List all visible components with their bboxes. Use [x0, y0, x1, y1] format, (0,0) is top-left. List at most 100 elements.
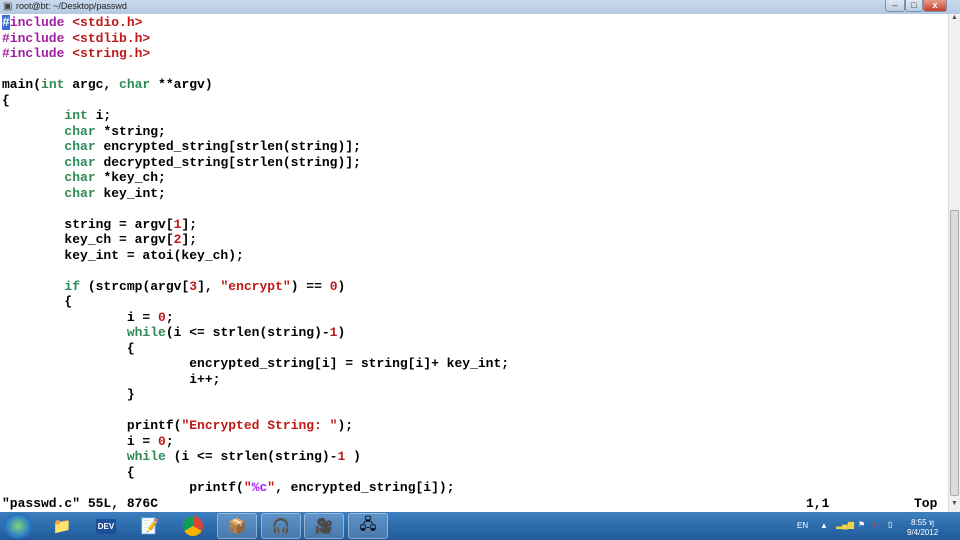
- clock-date[interactable]: 9/4/2012: [907, 528, 938, 537]
- minimize-button[interactable]: –: [885, 0, 905, 12]
- code-token: if: [64, 278, 81, 294]
- code-token: while: [126, 449, 166, 464]
- close-button[interactable]: x: [923, 0, 947, 12]
- code-line: if (strcmp(argv[3], "encrypt") == 0): [2, 279, 509, 295]
- code-token: {: [2, 92, 10, 108]
- code-line: key_int = atoi(key_ch);: [2, 248, 509, 264]
- code-token: char: [64, 170, 96, 185]
- code-token: ],: [197, 278, 221, 294]
- code-token: ): [337, 278, 346, 294]
- scroll-position: Top: [914, 496, 938, 511]
- code-token: %c: [251, 480, 268, 495]
- code-token: #include: [2, 30, 73, 46]
- language-indicator[interactable]: EN: [797, 521, 808, 530]
- code-token: , encrypted_string[i]);: [275, 480, 455, 495]
- vim-editor[interactable]: #include <stdio.h> #include <stdlib.h> #in…: [0, 14, 948, 512]
- code-token: {: [2, 464, 135, 480]
- code-line: char decrypted_string[strlen(string)];: [2, 155, 509, 171]
- start-button[interactable]: [4, 513, 32, 539]
- title-bar: ▣ root@bt: ~/Desktop/passwd – □ x: [0, 0, 960, 14]
- code-token: *key_ch;: [95, 170, 166, 185]
- flag-icon[interactable]: ⚑: [858, 520, 865, 529]
- code-line: char *key_ch;: [2, 170, 509, 186]
- code-token: 0: [329, 278, 338, 294]
- code-token: ): [337, 325, 346, 340]
- code-token: i++;: [2, 371, 221, 387]
- vertical-scrollbar[interactable]: ▲ ▼: [948, 14, 960, 512]
- code-line: i = 0;: [2, 310, 509, 326]
- code-token: key_int;: [95, 185, 166, 201]
- signal-icon[interactable]: ▂▄▆: [836, 520, 854, 529]
- code-token: char: [64, 123, 96, 139]
- code-area[interactable]: #include <stdio.h> #include <stdlib.h> #in…: [2, 15, 509, 496]
- volume-muted-icon[interactable]: ◖: [872, 520, 877, 529]
- code-token: printf(: [2, 480, 244, 495]
- virtualbox-icon[interactable]: 📦: [217, 513, 257, 539]
- code-token: i =: [2, 309, 159, 325]
- code-token: printf(: [2, 418, 182, 433]
- scroll-thumb[interactable]: [950, 210, 959, 496]
- code-line: {: [2, 341, 509, 357]
- code-line: #include <stdlib.h>: [2, 31, 509, 47]
- code-token: ": [243, 480, 252, 495]
- code-line: printf("Encrypted String: ");: [2, 418, 509, 434]
- code-token: ;: [165, 309, 174, 325]
- code-token: {: [2, 340, 135, 356]
- status-file-info: "passwd.c" 55L, 876C: [2, 496, 159, 511]
- code-line: printf("%c", encrypted_string[i]);: [2, 480, 509, 496]
- code-token: ;: [165, 433, 174, 449]
- code-token: **argv): [150, 77, 213, 92]
- scroll-down-arrow-icon[interactable]: ▼: [949, 500, 960, 512]
- code-line: {: [2, 294, 509, 310]
- code-line: int i;: [2, 108, 509, 124]
- code-token: int: [64, 108, 88, 123]
- code-line: encrypted_string[i] = string[i]+ key_int…: [2, 356, 509, 372]
- scroll-up-arrow-icon[interactable]: ▲: [949, 14, 960, 26]
- code-token: 0: [158, 309, 166, 325]
- code-line: {: [2, 465, 509, 481]
- code-token: char: [64, 139, 96, 154]
- code-token: <stdio.h>: [72, 15, 143, 30]
- code-line: char key_int;: [2, 186, 509, 202]
- explorer-icon[interactable]: 📁: [42, 513, 82, 539]
- taskbar: 📁 DEV 📝 📦 🎧 🎥 🖧 EN ▲ ▂▄▆ ⚑ ◖ ▯ 8:55 ทุ 9…: [0, 512, 960, 540]
- devcpp-icon[interactable]: DEV: [86, 513, 126, 539]
- maximize-button[interactable]: □: [905, 0, 923, 12]
- code-token: decrypted_string[strlen(string)];: [95, 154, 361, 170]
- show-hidden-icons-icon[interactable]: ▲: [820, 521, 828, 530]
- code-line: while (i <= strlen(string)-1 ): [2, 449, 509, 465]
- text-cursor: #: [2, 15, 10, 30]
- chrome-icon[interactable]: [173, 513, 213, 539]
- code-line: i++;: [2, 372, 509, 388]
- code-token: "encrypt": [220, 278, 291, 294]
- code-token: encrypted_string[i] = string[i]+ key_int…: [2, 356, 510, 371]
- code-token: (strcmp(argv[: [80, 278, 190, 294]
- code-token: *string;: [95, 123, 166, 139]
- code-token: 3: [189, 278, 198, 294]
- code-token: }: [2, 387, 135, 402]
- code-token: <string.h>: [72, 46, 151, 61]
- code-line: string = argv[1];: [2, 217, 509, 233]
- code-token: i;: [87, 108, 112, 123]
- code-token: {: [2, 294, 73, 309]
- code-token: include: [9, 15, 73, 30]
- remote-desktop-icon[interactable]: 🖧: [348, 513, 388, 539]
- battery-icon[interactable]: ▯: [888, 520, 892, 529]
- code-token: ) ==: [290, 278, 330, 294]
- code-token: int: [41, 77, 65, 92]
- notepad-plus-plus-icon[interactable]: 📝: [130, 513, 170, 539]
- code-line: #include <stdio.h>: [2, 15, 509, 31]
- audacity-icon[interactable]: 🎧: [261, 513, 301, 539]
- code-token: "Encrypted String: ": [181, 418, 338, 433]
- camtasia-icon[interactable]: 🎥: [304, 513, 344, 539]
- code-line: }: [2, 387, 509, 403]
- code-line: #include <string.h>: [2, 46, 509, 62]
